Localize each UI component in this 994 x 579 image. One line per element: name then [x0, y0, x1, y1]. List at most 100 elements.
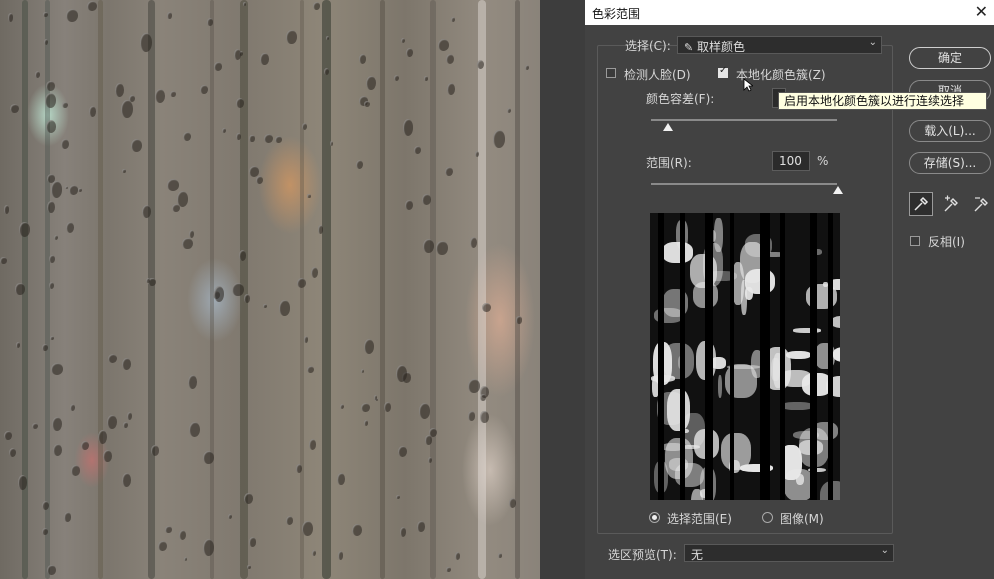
mask-streak [760, 213, 770, 500]
selection-preview[interactable] [650, 213, 840, 500]
dialog-title: 色彩范围 [592, 7, 641, 21]
water-droplet [107, 353, 117, 363]
water-droplet [70, 465, 81, 476]
range-slider-track[interactable] [651, 183, 837, 185]
water-droplet [445, 166, 454, 176]
select-dropdown[interactable]: ✎ 取样颜色 ⌄ [677, 36, 882, 54]
mask-streak [680, 213, 685, 500]
water-droplet [167, 179, 179, 191]
save-button[interactable]: 存储(S)... [909, 152, 991, 174]
water-droplet [423, 238, 434, 253]
water-droplet [63, 512, 72, 523]
water-droplet [158, 540, 167, 552]
water-droplet [340, 403, 345, 409]
rain-glass-photo [0, 0, 540, 579]
water-droplet [18, 221, 31, 237]
water-droplet [482, 302, 491, 313]
eyedropper-small-icon: ✎ [684, 41, 694, 54]
color-range-dialog: 色彩范围 ✕ 选择(C): ✎ 取样颜色 ⌄ 检测人脸(D) 本地化颜色簇(Z)… [585, 0, 994, 579]
water-droplet [48, 255, 55, 264]
water-droplet [363, 420, 369, 427]
water-droplet [0, 256, 7, 265]
water-droplet [249, 537, 257, 547]
water-droplet [402, 119, 414, 136]
water-droplet [61, 139, 69, 149]
range-slider-thumb[interactable] [833, 186, 843, 194]
water-droplet [222, 128, 227, 134]
water-droplet [358, 54, 366, 64]
load-button[interactable]: 载入(L)... [909, 120, 991, 142]
preview-mode-dropdown[interactable]: 无 ⌄ [684, 544, 894, 562]
water-droplet [361, 403, 370, 413]
eyedropper-minus-icon[interactable] [970, 192, 994, 216]
water-droplet [50, 336, 54, 340]
water-droplet [213, 62, 223, 72]
localized-clusters-checkbox[interactable] [718, 65, 728, 78]
water-droplet [395, 495, 400, 500]
eyedropper-plus-icon[interactable] [940, 192, 964, 216]
water-droplet [206, 18, 214, 26]
water-droplet [87, 0, 98, 12]
water-droplet [213, 285, 225, 303]
water-droplet [302, 520, 313, 537]
water-droplet [165, 525, 172, 534]
water-droplet [176, 191, 189, 208]
water-droplet [170, 90, 176, 98]
eyedropper-icon[interactable] [909, 192, 933, 216]
water-droplet [249, 134, 255, 143]
selection-radio[interactable] [649, 512, 660, 523]
water-droplet [232, 282, 244, 297]
water-droplet [106, 415, 117, 430]
water-droplet [360, 368, 365, 373]
water-droplet [467, 411, 476, 421]
rain-streak [478, 0, 486, 579]
water-droplet [399, 526, 406, 537]
water-droplet [154, 88, 166, 104]
tolerance-slider-track[interactable] [651, 119, 837, 121]
water-droplet [515, 316, 523, 324]
mask-streak [810, 213, 817, 500]
water-droplet [525, 65, 529, 71]
water-droplet [445, 53, 455, 65]
water-droplet [417, 521, 425, 533]
water-droplet [405, 47, 413, 58]
water-droplet [188, 230, 194, 239]
water-droplet [15, 283, 25, 295]
water-droplet [301, 122, 307, 130]
water-droplet [451, 16, 456, 23]
water-droplet [311, 267, 319, 279]
detect-faces-checkbox[interactable] [606, 68, 616, 78]
mask-highlight [681, 413, 706, 447]
water-droplet [243, 294, 250, 304]
water-droplet [65, 8, 78, 22]
water-droplet [480, 393, 486, 401]
range-input[interactable]: 100 [772, 151, 810, 171]
water-droplet [188, 375, 198, 390]
mask-highlight [662, 343, 694, 380]
water-droplet [150, 445, 160, 456]
water-droplet [264, 133, 274, 144]
rain-streak [98, 0, 103, 579]
water-droplet [404, 200, 413, 211]
water-droplet [202, 539, 214, 557]
select-value: 取样颜色 [697, 40, 746, 54]
water-droplet [45, 92, 57, 108]
water-droplet [62, 102, 68, 109]
image-radio[interactable] [762, 512, 773, 523]
water-droplet [121, 357, 132, 371]
water-droplet [182, 237, 193, 250]
water-droplet [46, 80, 55, 92]
rain-streak [210, 0, 214, 579]
water-droplet [244, 493, 253, 505]
water-droplet [45, 119, 56, 133]
ok-button[interactable]: 确定 [909, 47, 991, 69]
rain-streak [380, 0, 385, 579]
close-icon[interactable]: ✕ [975, 2, 988, 21]
rain-streak [322, 0, 331, 579]
water-droplet [275, 136, 282, 143]
water-droplet [49, 282, 55, 289]
water-droplet [263, 303, 267, 308]
tolerance-slider-thumb[interactable] [663, 123, 673, 131]
invert-checkbox[interactable] [910, 236, 920, 246]
water-droplet [3, 205, 10, 214]
